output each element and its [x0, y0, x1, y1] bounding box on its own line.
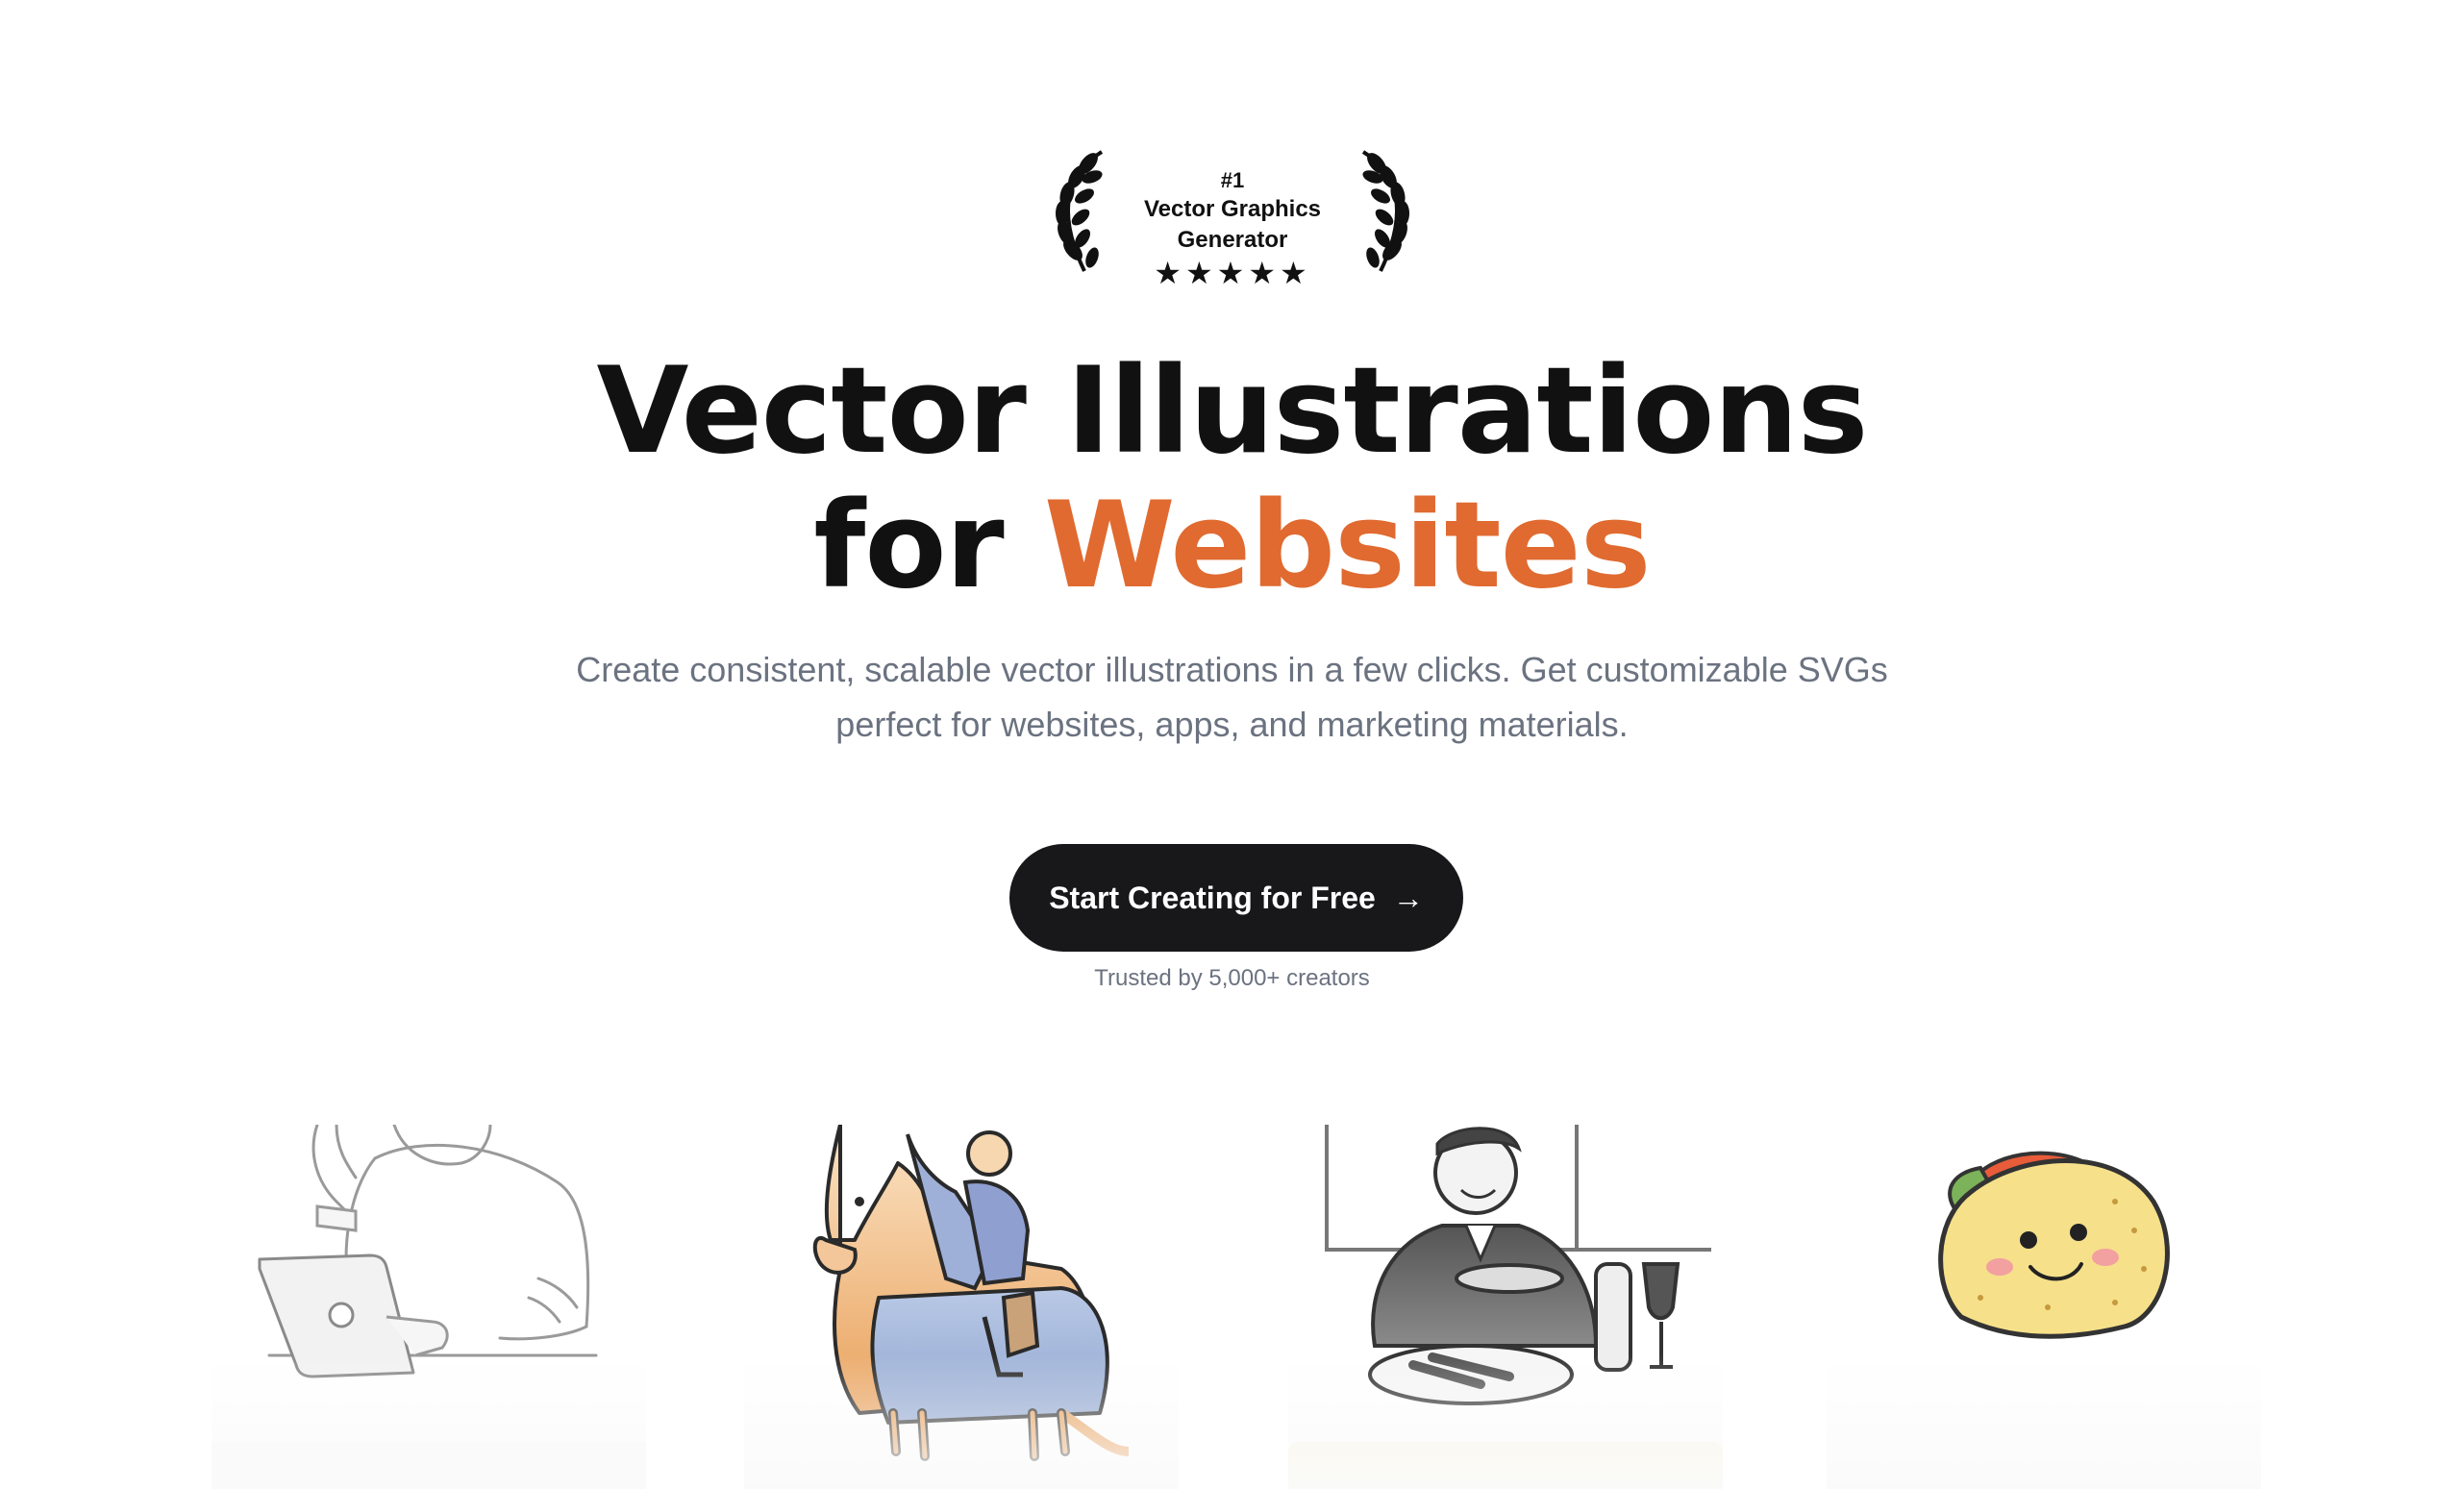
hero-subtitle: Create consistent, scalable vector illus…: [461, 642, 2003, 752]
hero-headline-line1: Vector Illustrations: [596, 342, 1869, 481]
gallery-card-horse: [744, 1125, 1179, 1489]
gallery-card-laptop: [212, 1125, 646, 1489]
arrow-right-icon: →: [1392, 881, 1424, 915]
gallery-card-taco: [1827, 1125, 2261, 1489]
rating-stars-icon: ★★★★★: [1154, 256, 1311, 290]
laurel-left-icon: [1056, 150, 1104, 272]
award-title: Vector Graphics Generator: [1143, 196, 1322, 253]
gallery-card-dining: [1288, 1125, 1723, 1489]
award-rank: #1: [1220, 168, 1245, 192]
laurel-right-icon: [1361, 150, 1409, 272]
trusted-by-text: Trusted by 5,000+ creators: [1094, 965, 1370, 991]
start-creating-button[interactable]: Start Creating for Free →: [1009, 844, 1463, 952]
hero-headline-accent: Websites: [1043, 477, 1652, 615]
award-text: #1 Vector Graphics Generator ★★★★★: [1106, 167, 1359, 290]
start-creating-label: Start Creating for Free: [1049, 880, 1376, 915]
hero-headline-prefix: for: [813, 477, 1044, 615]
hero-headline-line2: for Websites: [0, 479, 2464, 613]
hero-subtitle-line1: Create consistent, scalable vector illus…: [576, 650, 1888, 689]
award-badge: #1 Vector Graphics Generator ★★★★★: [1038, 144, 1427, 290]
hero-subtitle-line2: perfect for websites, apps, and marketin…: [835, 705, 1629, 744]
